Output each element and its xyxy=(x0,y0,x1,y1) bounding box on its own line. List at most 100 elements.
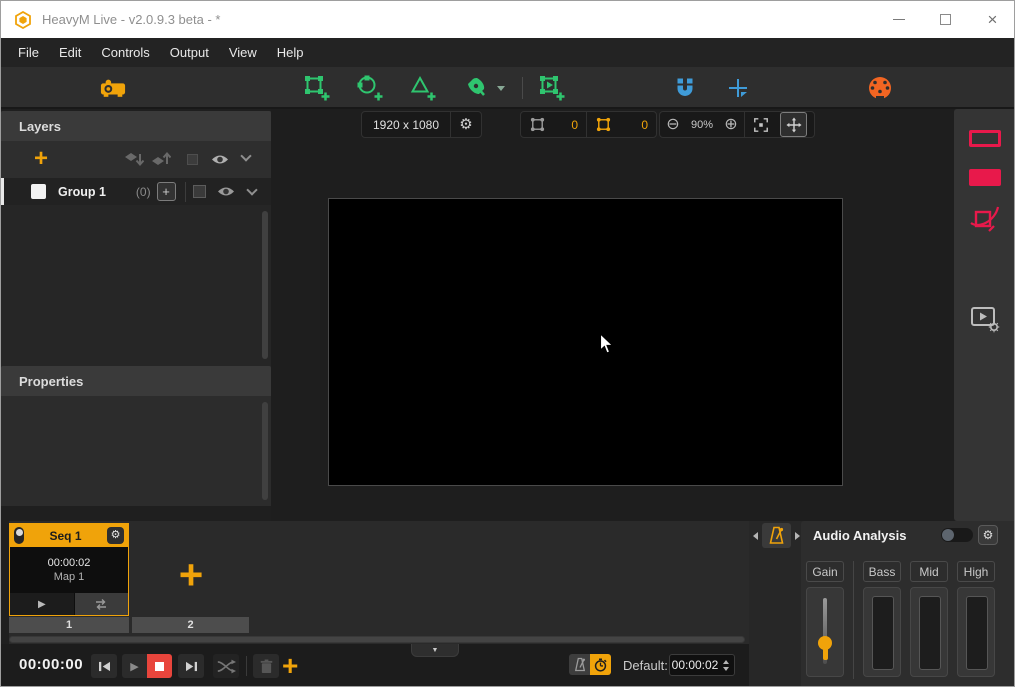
add-player-button[interactable] xyxy=(539,75,565,101)
clock-icon xyxy=(594,658,607,672)
menu-help[interactable]: Help xyxy=(267,38,314,67)
outline-style-button[interactable] xyxy=(954,130,1015,147)
sequence-play-button[interactable]: ▶ xyxy=(10,593,74,615)
sequence-column-tab-1[interactable]: 1 xyxy=(9,617,129,633)
play-icon: ▶ xyxy=(130,660,138,673)
shuffle-button[interactable] xyxy=(213,654,239,678)
move-layer-down-button[interactable] xyxy=(124,151,144,168)
main-toolbar xyxy=(1,67,1015,109)
outline-rect-icon xyxy=(969,130,1001,147)
sequence-duration: 00:00:02 xyxy=(48,557,91,569)
maximize-icon xyxy=(940,14,951,25)
stop-button[interactable] xyxy=(147,654,172,678)
coordinates-tool-button[interactable] xyxy=(725,75,751,101)
sequence-toggle-icon[interactable] xyxy=(14,527,24,544)
sequence-loop-button[interactable] xyxy=(74,593,128,615)
gear-icon: ⚙ xyxy=(459,117,472,132)
play-button[interactable]: ▶ xyxy=(122,654,147,678)
sequence-column-tab-2[interactable]: 2 xyxy=(132,617,249,633)
bpm-mode-button[interactable] xyxy=(569,654,590,675)
pen-tool-button[interactable] xyxy=(463,75,489,101)
menu-output[interactable]: Output xyxy=(160,38,219,67)
sequence-footer: ▶ xyxy=(10,593,128,615)
zoom-in-button[interactable]: ⊕ xyxy=(718,112,744,137)
midi-control-button[interactable] xyxy=(867,75,893,101)
projector-output-button[interactable] xyxy=(100,75,126,101)
sequence-block[interactable]: Seq 1 ⚙ 00:00:02 Map 1 ▶ xyxy=(9,523,129,616)
effects-button[interactable] xyxy=(954,205,1015,233)
bass-meter-bar xyxy=(872,596,894,670)
layers-scrollbar[interactable] xyxy=(262,211,268,359)
sequence-settings-button[interactable]: ⚙ xyxy=(107,527,124,544)
group-solo-toggle[interactable] xyxy=(193,185,206,198)
maximize-button[interactable] xyxy=(922,1,969,38)
time-mode-button[interactable] xyxy=(590,654,611,675)
solo-all-toggle[interactable] xyxy=(187,154,198,165)
sequencer-hscrollbar[interactable] xyxy=(9,636,745,643)
player-settings-button[interactable] xyxy=(954,305,1015,333)
minimize-button[interactable] xyxy=(875,1,922,38)
eye-icon xyxy=(217,185,235,198)
audio-analysis-toggle[interactable] xyxy=(941,528,973,542)
group-select-checkbox[interactable] xyxy=(31,184,46,199)
zoom-out-button[interactable]: ⊖ xyxy=(660,112,686,137)
next-button[interactable] xyxy=(178,654,204,678)
properties-panel-header: Properties xyxy=(1,366,271,396)
collapse-all-chevron[interactable] xyxy=(240,150,251,161)
add-ellipse-button[interactable] xyxy=(357,75,383,101)
add-quad-button[interactable] xyxy=(304,75,330,101)
toolbar-divider xyxy=(522,77,523,99)
gain-slider[interactable] xyxy=(806,587,844,677)
menu-view[interactable]: View xyxy=(219,38,267,67)
resolution-settings-button[interactable]: ⚙ xyxy=(451,112,481,137)
add-group-button[interactable]: + xyxy=(34,147,48,171)
mid-meter xyxy=(910,587,948,677)
resolution-widget: 1920 x 1080 ⚙ xyxy=(361,111,482,138)
spinner-down-icon[interactable] xyxy=(723,667,729,671)
properties-scrollbar[interactable] xyxy=(262,402,268,500)
collapse-left-button[interactable] xyxy=(750,525,760,547)
delete-sequence-button[interactable] xyxy=(253,654,279,678)
add-sequence-transport-button[interactable]: + xyxy=(282,650,298,682)
layer-group-row[interactable]: Group 1 (0) + xyxy=(1,178,271,205)
menu-file[interactable]: File xyxy=(8,38,49,67)
group-name-label[interactable]: Group 1 xyxy=(58,185,106,199)
audio-region: Audio Analysis ⚙ Gain Bass Mid High xyxy=(749,521,1015,687)
menu-edit[interactable]: Edit xyxy=(49,38,91,67)
fill-style-button[interactable] xyxy=(954,169,1015,186)
sequence-header: Seq 1 ⚙ xyxy=(10,524,128,547)
tempo-panel-button[interactable] xyxy=(762,523,791,548)
pan-icon xyxy=(786,117,802,133)
add-shape-to-group-button[interactable]: + xyxy=(157,182,176,201)
output-canvas[interactable] xyxy=(328,198,843,486)
properties-body xyxy=(1,396,271,506)
group-visibility-toggle[interactable] xyxy=(217,185,235,198)
gain-slider-knob[interactable] xyxy=(818,636,832,650)
audio-panel-title: Audio Analysis xyxy=(813,528,906,543)
timeline-expand-button[interactable]: ▼ xyxy=(411,644,459,657)
add-sequence-button[interactable]: + xyxy=(169,551,213,599)
quad-gray-icon xyxy=(529,116,546,133)
close-button[interactable]: × xyxy=(969,1,1015,38)
add-triangle-button[interactable] xyxy=(410,75,436,101)
pan-tool-button[interactable] xyxy=(780,112,807,137)
snap-magnet-button[interactable] xyxy=(672,75,698,101)
menu-controls[interactable]: Controls xyxy=(91,38,159,67)
previous-button[interactable] xyxy=(91,654,117,678)
transport-divider xyxy=(246,656,247,676)
default-duration-value[interactable]: 00:00:02 xyxy=(670,658,720,672)
group-collapse-chevron[interactable] xyxy=(246,184,257,195)
spinner-up-icon[interactable] xyxy=(723,660,729,664)
visibility-all-toggle[interactable] xyxy=(211,153,229,166)
pen-tool-dropdown-caret[interactable] xyxy=(497,86,505,91)
eye-icon xyxy=(211,153,229,166)
add-player-icon xyxy=(539,75,565,101)
move-layer-up-button[interactable] xyxy=(151,151,171,168)
spinner-arrows[interactable] xyxy=(720,660,732,671)
layers-toolbar: + xyxy=(1,141,271,178)
fit-view-button[interactable] xyxy=(745,112,777,137)
collapse-right-button[interactable] xyxy=(792,525,802,547)
default-duration-spinner[interactable]: 00:00:02 xyxy=(669,654,735,676)
audio-settings-button[interactable]: ⚙ xyxy=(978,525,998,545)
outputs-counter-icon-cell xyxy=(587,112,619,137)
